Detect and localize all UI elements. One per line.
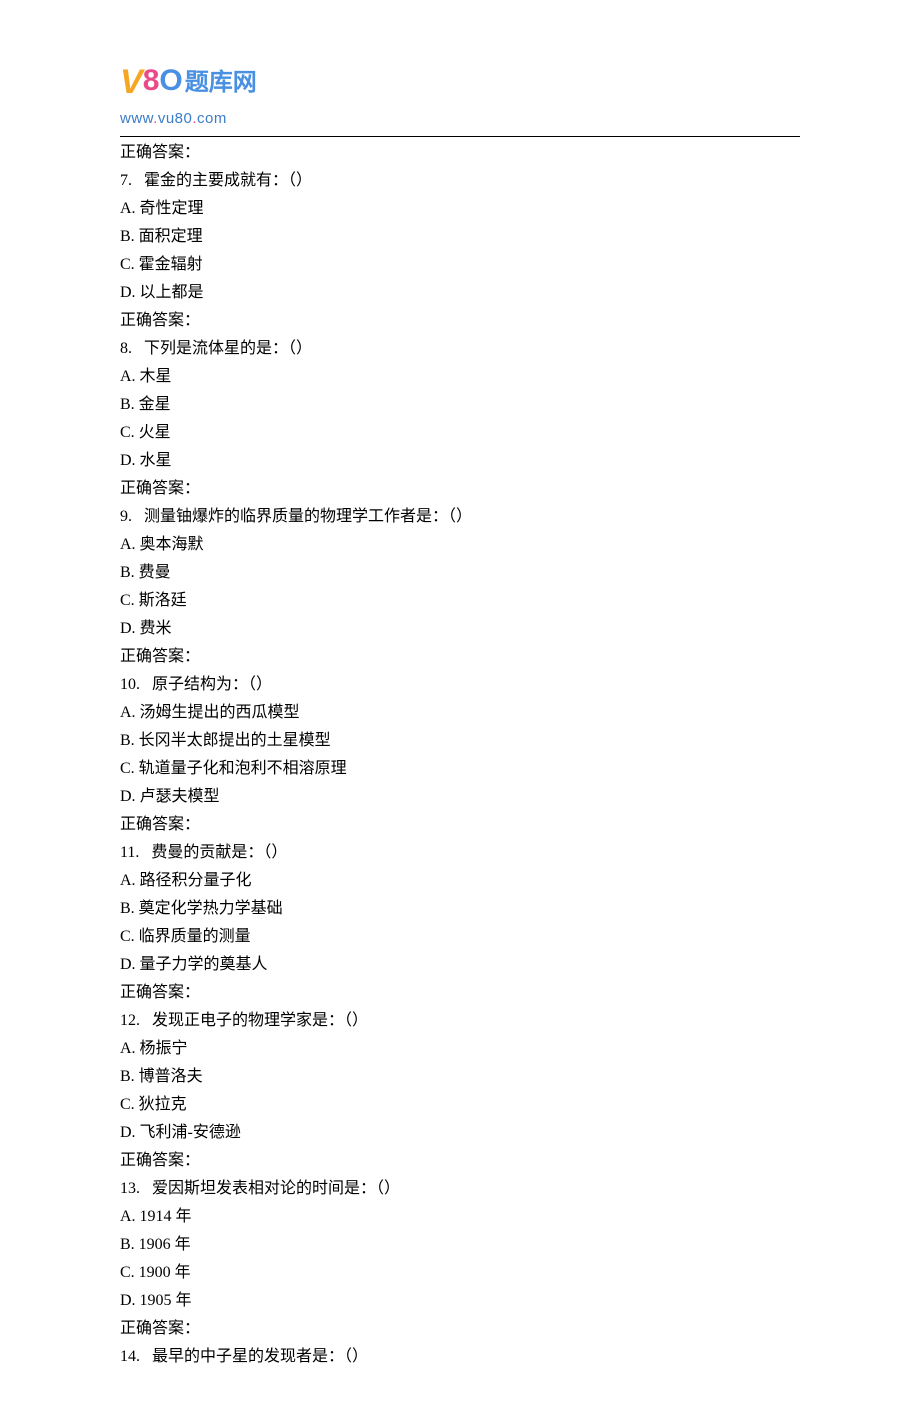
logo-digit-0: O	[159, 55, 182, 108]
answer-label: 正确答案：	[120, 307, 800, 335]
question-option: A. 木星	[120, 363, 800, 391]
question-option: A. 1914 年	[120, 1203, 800, 1231]
question-option: B. 面积定理	[120, 223, 800, 251]
question-stem: 12. 发现正电子的物理学家是：（）	[120, 1007, 800, 1035]
question-option: C. 轨道量子化和泡利不相溶原理	[120, 755, 800, 783]
question-option: A. 奥本海默	[120, 531, 800, 559]
question-option: C. 斯洛廷	[120, 587, 800, 615]
answer-label: 正确答案：	[120, 643, 800, 671]
question-option: B. 费曼	[120, 559, 800, 587]
question-option: D. 量子力学的奠基人	[120, 951, 800, 979]
answer-label: 正确答案：	[120, 475, 800, 503]
question-option: C. 霍金辐射	[120, 251, 800, 279]
question-stem: 7. 霍金的主要成就有：（）	[120, 167, 800, 195]
logo-bunny-icon: V	[120, 53, 143, 113]
question-option: D. 卢瑟夫模型	[120, 783, 800, 811]
question-stem: 11. 费曼的贡献是：（）	[120, 839, 800, 867]
header-divider	[120, 136, 800, 137]
question-stem: 10. 原子结构为：（）	[120, 671, 800, 699]
question-stem: 9. 测量铀爆炸的临界质量的物理学工作者是：（）	[120, 503, 800, 531]
question-option: A. 奇性定理	[120, 195, 800, 223]
answer-label: 正确答案：	[120, 1147, 800, 1175]
logo-digit-8: 8	[143, 55, 160, 108]
question-option: B. 博普洛夫	[120, 1063, 800, 1091]
question-option: D. 费米	[120, 615, 800, 643]
question-stem: 13. 爱因斯坦发表相对论的时间是：（）	[120, 1175, 800, 1203]
question-stem: 8. 下列是流体星的是：（）	[120, 335, 800, 363]
logo-graphic: V 8 O 题库网	[120, 50, 800, 110]
question-option: B. 金星	[120, 391, 800, 419]
question-option: D. 1905 年	[120, 1287, 800, 1315]
question-option: D. 水星	[120, 447, 800, 475]
question-option: A. 汤姆生提出的西瓜模型	[120, 699, 800, 727]
question-option: C. 狄拉克	[120, 1091, 800, 1119]
question-option: C. 1900 年	[120, 1259, 800, 1287]
logo-chinese-text: 题库网	[185, 62, 257, 104]
site-logo: V 8 O 题库网 www.vu80.com	[120, 50, 800, 132]
question-option: C. 火星	[120, 419, 800, 447]
answer-label: 正确答案：	[120, 1315, 800, 1343]
answer-label: 正确答案：	[120, 979, 800, 1007]
url-part: vu80	[158, 110, 193, 127]
question-option: B. 长冈半太郎提出的土星模型	[120, 727, 800, 755]
url-part: com	[197, 110, 227, 127]
logo-url: www.vu80.com	[120, 106, 800, 132]
preamble-answer-label: 正确答案：	[120, 139, 800, 167]
question-option: B. 奠定化学热力学基础	[120, 895, 800, 923]
question-option: D. 飞利浦-安德逊	[120, 1119, 800, 1147]
question-option: B. 1906 年	[120, 1231, 800, 1259]
question-stem: 14. 最早的中子星的发现者是：（）	[120, 1343, 800, 1371]
answer-label: 正确答案：	[120, 811, 800, 839]
question-option: A. 路径积分量子化	[120, 867, 800, 895]
question-option: A. 杨振宁	[120, 1035, 800, 1063]
question-option: D. 以上都是	[120, 279, 800, 307]
question-option: C. 临界质量的测量	[120, 923, 800, 951]
document-content: 正确答案： 7. 霍金的主要成就有：（）A. 奇性定理B. 面积定理C. 霍金辐…	[120, 139, 800, 1371]
